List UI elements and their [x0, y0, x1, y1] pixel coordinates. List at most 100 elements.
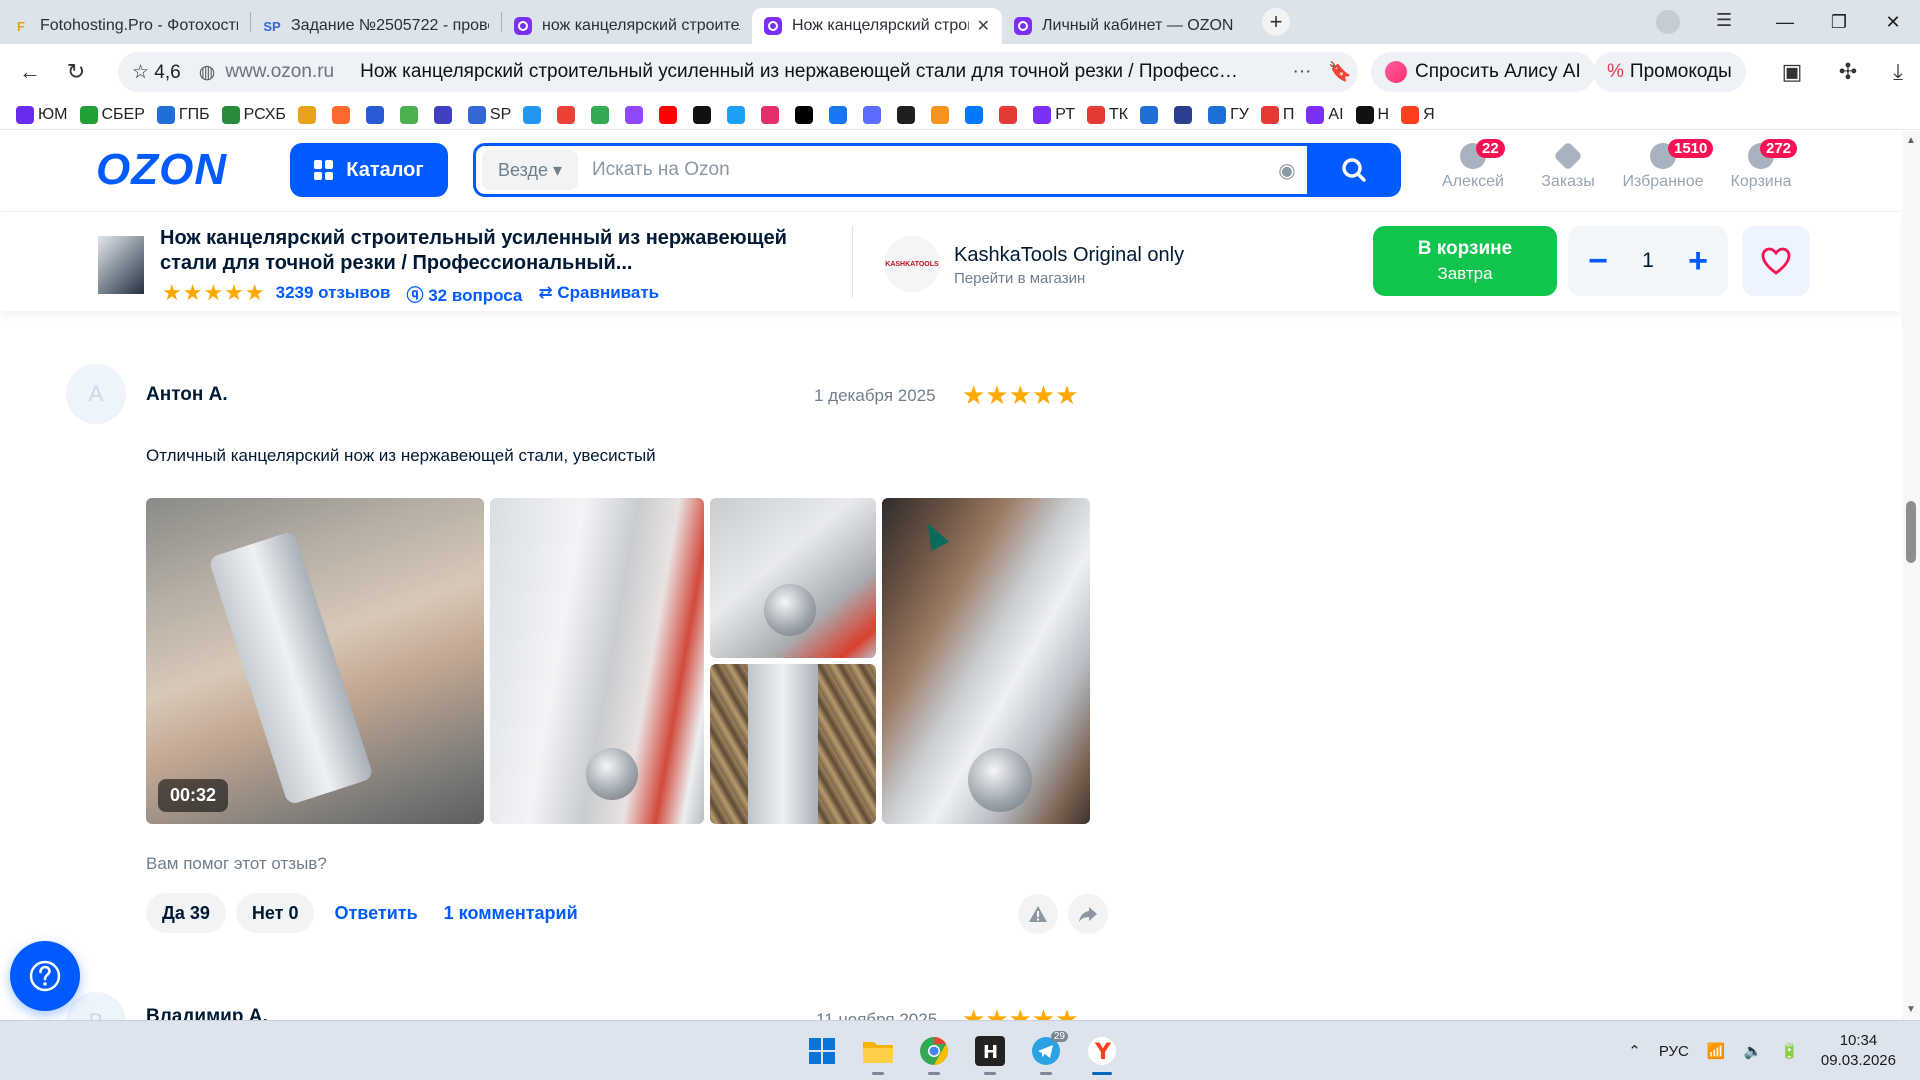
bookmark-item[interactable]: [523, 105, 545, 124]
decrease-button[interactable]: −: [1582, 244, 1614, 278]
bookmark-item[interactable]: [625, 105, 647, 124]
favorites-action[interactable]: 1510 Избранное: [1622, 139, 1714, 191]
bookmark-item[interactable]: [965, 105, 987, 124]
reload-icon[interactable]: ↻: [60, 56, 92, 88]
bookmark-item[interactable]: [591, 105, 613, 124]
bookmark-item[interactable]: [761, 105, 783, 124]
review-photo[interactable]: [882, 498, 1090, 824]
review-video[interactable]: 00:32: [146, 498, 484, 824]
bookmark-item[interactable]: [1140, 105, 1162, 124]
bookmark-item[interactable]: [433, 105, 456, 124]
share-button[interactable]: [1068, 894, 1108, 934]
bookmark-item[interactable]: [1174, 105, 1196, 124]
bookmark-item[interactable]: [727, 105, 749, 124]
shop-name[interactable]: KashkaTools Original only: [954, 244, 1184, 267]
bookmark-item[interactable]: ГПБ: [156, 105, 210, 124]
picture-icon[interactable]: ▣: [1776, 56, 1808, 88]
bookmark-item[interactable]: [297, 105, 320, 124]
bookmark-item[interactable]: [365, 105, 388, 124]
bookmark-item[interactable]: [829, 105, 851, 124]
telegram-icon[interactable]: 29: [1024, 1029, 1068, 1075]
report-button[interactable]: [1018, 894, 1058, 934]
bookmark-item[interactable]: [897, 105, 919, 124]
language-indicator[interactable]: РУС: [1659, 1043, 1689, 1060]
chevron-up-icon[interactable]: ⌃: [1628, 1042, 1641, 1060]
cart-action[interactable]: 272 Корзина: [1726, 139, 1798, 191]
orders-action[interactable]: Заказы: [1540, 141, 1596, 191]
bookmark-item[interactable]: ТК: [1086, 105, 1128, 124]
bookmark-item[interactable]: [331, 105, 354, 124]
catalog-button[interactable]: Каталог: [290, 143, 448, 197]
tab-ozon-search[interactable]: нож канцелярский строительный: [502, 8, 752, 44]
clock[interactable]: 10:34 09.03.2026: [1821, 1031, 1896, 1071]
tab-ozon-account[interactable]: Личный кабинет — OZON: [1002, 8, 1252, 44]
product-thumbnail[interactable]: [98, 236, 144, 294]
close-tab-icon[interactable]: ✕: [977, 16, 990, 36]
ask-alice-button[interactable]: Спросить Алису AI: [1371, 52, 1595, 92]
more-icon[interactable]: ···: [1282, 61, 1322, 83]
tab-zadanie[interactable]: SP Задание №2505722 - проверка: [251, 8, 501, 44]
shield-icon[interactable]: ◍: [199, 61, 216, 84]
review-photo[interactable]: [710, 498, 876, 658]
yandex-browser-icon[interactable]: Y: [1080, 1029, 1124, 1075]
search-button[interactable]: [1307, 146, 1398, 194]
search-scope-dropdown[interactable]: Везде ▾: [482, 150, 578, 190]
chrome-icon[interactable]: [912, 1029, 956, 1075]
volume-icon[interactable]: 🔈: [1744, 1042, 1763, 1060]
bookmark-item[interactable]: SP: [467, 105, 511, 124]
bookmark-item[interactable]: РСХБ: [221, 105, 286, 124]
file-explorer-icon[interactable]: [856, 1029, 900, 1075]
bookmark-item[interactable]: ЮМ: [16, 105, 68, 124]
bookmark-item[interactable]: [999, 105, 1021, 124]
tab-ozon-product[interactable]: Нож канцелярский строительный ✕: [752, 8, 1002, 44]
camera-icon[interactable]: ◉: [1267, 158, 1307, 183]
bookmark-item[interactable]: [557, 105, 579, 124]
minimize-icon[interactable]: —: [1758, 12, 1812, 33]
product-title[interactable]: Нож канцелярский строительный усиленный …: [160, 226, 820, 276]
bookmark-item[interactable]: [863, 105, 885, 124]
bookmark-item[interactable]: Н: [1355, 105, 1389, 124]
extensions-icon[interactable]: ✣: [1832, 56, 1864, 88]
bookmark-item[interactable]: РТ: [1033, 105, 1075, 124]
bookmark-item[interactable]: СБЕР: [79, 105, 145, 124]
bookmark-item[interactable]: [795, 105, 817, 124]
vote-yes-button[interactable]: Да 39: [146, 893, 226, 933]
reply-link[interactable]: Ответить: [334, 903, 417, 924]
bookmark-item[interactable]: [659, 105, 681, 124]
address-bar[interactable]: ☆ 4,6 ◍ www.ozon.ru Нож канцелярский стр…: [118, 52, 1358, 92]
in-cart-button[interactable]: В корзине Завтра: [1373, 226, 1557, 296]
bookmark-item[interactable]: [931, 105, 953, 124]
site-rating[interactable]: ☆ 4,6: [132, 61, 181, 84]
bookmark-item[interactable]: AI: [1306, 105, 1344, 124]
help-button[interactable]: [10, 941, 80, 1011]
scrollbar-thumb[interactable]: [1906, 501, 1916, 563]
battery-icon[interactable]: 🔋: [1780, 1042, 1799, 1060]
bookmark-item[interactable]: [693, 105, 715, 124]
bookmark-item[interactable]: П: [1260, 105, 1294, 124]
restore-icon[interactable]: ❐: [1812, 12, 1866, 33]
scroll-down-icon[interactable]: ▼: [1906, 1004, 1916, 1015]
wifi-icon[interactable]: 📶: [1707, 1042, 1726, 1060]
search-input[interactable]: [578, 150, 1267, 190]
bookmark-icon[interactable]: 🔖: [1322, 60, 1358, 84]
comments-link[interactable]: 1 комментарий: [444, 903, 578, 924]
increase-button[interactable]: +: [1682, 244, 1714, 278]
page-scrollbar[interactable]: ▲ ▼: [1902, 131, 1920, 1019]
windows-start-icon[interactable]: [800, 1029, 844, 1073]
tab-fotohosting[interactable]: F Fotohosting.Pro - Фотохостинг: [0, 8, 250, 44]
shop-logo[interactable]: KASHKATOOLS: [884, 236, 940, 292]
bookmark-item[interactable]: ГУ: [1208, 105, 1249, 124]
review-photo[interactable]: [710, 664, 876, 824]
ozon-logo[interactable]: OZON: [96, 145, 227, 195]
close-window-icon[interactable]: ✕: [1866, 12, 1920, 33]
promocodes-button[interactable]: % Промокоды: [1593, 52, 1746, 92]
reviews-link[interactable]: 3239 отзывов: [276, 283, 391, 303]
go-to-shop-link[interactable]: Перейти в магазин: [954, 270, 1085, 287]
back-icon[interactable]: ←: [14, 56, 46, 88]
compare-link[interactable]: ⇄ Сравнивать: [538, 283, 659, 303]
vote-no-button[interactable]: Нет 0: [235, 893, 315, 933]
add-to-favorites-button[interactable]: [1742, 226, 1810, 296]
app-h-icon[interactable]: H: [968, 1029, 1012, 1075]
bookmark-item[interactable]: Я: [1401, 105, 1435, 124]
review-photo[interactable]: [490, 498, 704, 824]
